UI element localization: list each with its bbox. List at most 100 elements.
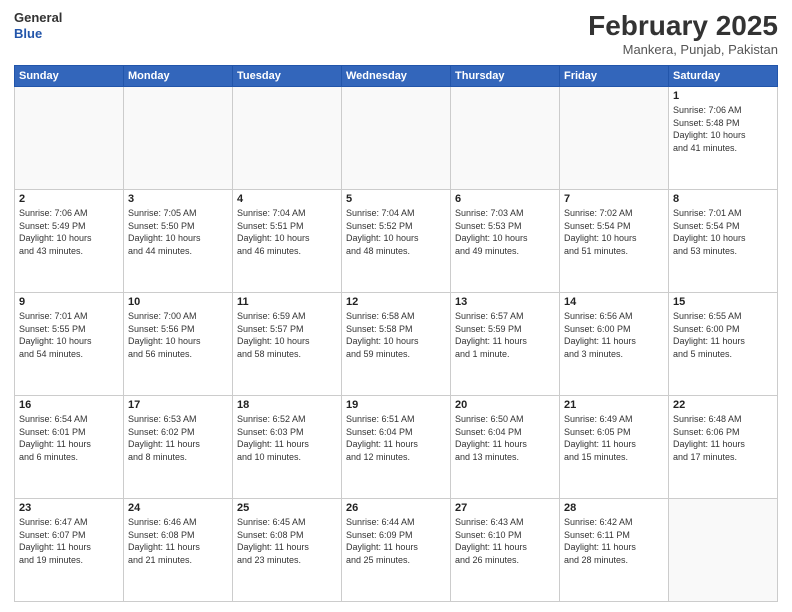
calendar-cell: 3 Sunrise: 7:05 AM Sunset: 5:50 PM Daylig…: [124, 190, 233, 293]
day-number: 14: [564, 296, 664, 308]
calendar-cell: 13 Sunrise: 6:57 AM Sunset: 5:59 PM Dayli…: [451, 293, 560, 396]
day-number: 17: [128, 399, 228, 411]
calendar-cell: 10Sunrise: 7:00 AM Sunset: 5:56 PM Dayli…: [124, 293, 233, 396]
calendar-cell: 9 Sunrise: 7:01 AM Sunset: 5:55 PM Daylig…: [15, 293, 124, 396]
calendar-cell: 22 Sunrise: 6:48 AM Sunset: 6:06 PM Dayli…: [669, 396, 778, 499]
day-info: Sunrise: 6:54 AM Sunset: 6:01 PM Dayligh…: [19, 413, 119, 463]
calendar-week-4: 16 Sunrise: 6:54 AM Sunset: 6:01 PM Dayli…: [15, 396, 778, 499]
calendar-cell: 7 Sunrise: 7:02 AM Sunset: 5:54 PM Daylig…: [560, 190, 669, 293]
calendar-cell: [451, 87, 560, 190]
calendar-cell: 1 Sunrise: 7:06 AM Sunset: 5:48 PM Daylig…: [669, 87, 778, 190]
col-header-wednesday: Wednesday: [342, 66, 451, 87]
calendar-cell: 26 Sunrise: 6:44 AM Sunset: 6:09 PM Dayli…: [342, 499, 451, 602]
day-info: Sunrise: 6:53 AM Sunset: 6:02 PM Dayligh…: [128, 413, 228, 463]
day-number: 9: [19, 296, 119, 308]
day-info: Sunrise: 7:06 AM Sunset: 5:49 PM Dayligh…: [19, 207, 119, 257]
day-number: 18: [237, 399, 337, 411]
day-number: 25: [237, 502, 337, 514]
calendar-cell: 6 Sunrise: 7:03 AM Sunset: 5:53 PM Daylig…: [451, 190, 560, 293]
col-header-tuesday: Tuesday: [233, 66, 342, 87]
calendar-cell: [669, 499, 778, 602]
day-info: Sunrise: 7:02 AM Sunset: 5:54 PM Dayligh…: [564, 207, 664, 257]
day-info: Sunrise: 6:42 AM Sunset: 6:11 PM Dayligh…: [564, 516, 664, 566]
day-number: 12: [346, 296, 446, 308]
logo-blue: Blue: [14, 26, 62, 42]
day-info: Sunrise: 6:44 AM Sunset: 6:09 PM Dayligh…: [346, 516, 446, 566]
month-title: February 2025: [588, 10, 778, 42]
day-number: 15: [673, 296, 773, 308]
calendar-cell: 5Sunrise: 7:04 AM Sunset: 5:52 PM Daylig…: [342, 190, 451, 293]
day-number: 6: [455, 193, 555, 205]
header: General Blue February 2025 Mankera, Punj…: [14, 10, 778, 57]
day-number: 27: [455, 502, 555, 514]
calendar-cell: 8 Sunrise: 7:01 AM Sunset: 5:54 PM Daylig…: [669, 190, 778, 293]
calendar-cell: 27 Sunrise: 6:43 AM Sunset: 6:10 PM Dayli…: [451, 499, 560, 602]
day-info: Sunrise: 7:04 AM Sunset: 5:51 PM Dayligh…: [237, 207, 337, 257]
calendar-week-3: 9 Sunrise: 7:01 AM Sunset: 5:55 PM Daylig…: [15, 293, 778, 396]
day-info: Sunrise: 6:57 AM Sunset: 5:59 PM Dayligh…: [455, 310, 555, 360]
day-info: Sunrise: 6:50 AM Sunset: 6:04 PM Dayligh…: [455, 413, 555, 463]
day-number: 8: [673, 193, 773, 205]
calendar-cell: 14 Sunrise: 6:56 AM Sunset: 6:00 PM Dayli…: [560, 293, 669, 396]
calendar-cell: [560, 87, 669, 190]
day-info: Sunrise: 6:47 AM Sunset: 6:07 PM Dayligh…: [19, 516, 119, 566]
calendar-cell: 12 Sunrise: 6:58 AM Sunset: 5:58 PM Dayli…: [342, 293, 451, 396]
day-number: 19: [346, 399, 446, 411]
day-info: Sunrise: 7:01 AM Sunset: 5:54 PM Dayligh…: [673, 207, 773, 257]
day-number: 1: [673, 90, 773, 102]
calendar-cell: 24 Sunrise: 6:46 AM Sunset: 6:08 PM Dayli…: [124, 499, 233, 602]
calendar-cell: [233, 87, 342, 190]
day-info: Sunrise: 6:58 AM Sunset: 5:58 PM Dayligh…: [346, 310, 446, 360]
page: General Blue February 2025 Mankera, Punj…: [0, 0, 792, 612]
day-info: Sunrise: 6:43 AM Sunset: 6:10 PM Dayligh…: [455, 516, 555, 566]
calendar-cell: 21 Sunrise: 6:49 AM Sunset: 6:05 PM Dayli…: [560, 396, 669, 499]
day-info: Sunrise: 6:46 AM Sunset: 6:08 PM Dayligh…: [128, 516, 228, 566]
day-info: Sunrise: 7:06 AM Sunset: 5:48 PM Dayligh…: [673, 104, 773, 154]
col-header-monday: Monday: [124, 66, 233, 87]
day-info: Sunrise: 7:04 AM Sunset: 5:52 PM Dayligh…: [346, 207, 446, 257]
day-number: 28: [564, 502, 664, 514]
day-info: Sunrise: 7:03 AM Sunset: 5:53 PM Dayligh…: [455, 207, 555, 257]
day-number: 23: [19, 502, 119, 514]
calendar-table: SundayMondayTuesdayWednesdayThursdayFrid…: [14, 65, 778, 602]
calendar-cell: 18Sunrise: 6:52 AM Sunset: 6:03 PM Dayli…: [233, 396, 342, 499]
day-info: Sunrise: 6:48 AM Sunset: 6:06 PM Dayligh…: [673, 413, 773, 463]
day-info: Sunrise: 6:51 AM Sunset: 6:04 PM Dayligh…: [346, 413, 446, 463]
calendar-week-1: 1 Sunrise: 7:06 AM Sunset: 5:48 PM Daylig…: [15, 87, 778, 190]
col-header-friday: Friday: [560, 66, 669, 87]
calendar-cell: 19 Sunrise: 6:51 AM Sunset: 6:04 PM Dayli…: [342, 396, 451, 499]
calendar-header-row: SundayMondayTuesdayWednesdayThursdayFrid…: [15, 66, 778, 87]
day-info: Sunrise: 7:01 AM Sunset: 5:55 PM Dayligh…: [19, 310, 119, 360]
calendar-cell: 15 Sunrise: 6:55 AM Sunset: 6:00 PM Dayli…: [669, 293, 778, 396]
day-info: Sunrise: 6:45 AM Sunset: 6:08 PM Dayligh…: [237, 516, 337, 566]
calendar-cell: 23 Sunrise: 6:47 AM Sunset: 6:07 PM Dayli…: [15, 499, 124, 602]
calendar-cell: 4Sunrise: 7:04 AM Sunset: 5:51 PM Daylig…: [233, 190, 342, 293]
day-number: 26: [346, 502, 446, 514]
day-info: Sunrise: 6:55 AM Sunset: 6:00 PM Dayligh…: [673, 310, 773, 360]
day-number: 16: [19, 399, 119, 411]
day-number: 24: [128, 502, 228, 514]
calendar-week-2: 2 Sunrise: 7:06 AM Sunset: 5:49 PM Daylig…: [15, 190, 778, 293]
day-info: Sunrise: 6:56 AM Sunset: 6:00 PM Dayligh…: [564, 310, 664, 360]
calendar-cell: 16 Sunrise: 6:54 AM Sunset: 6:01 PM Dayli…: [15, 396, 124, 499]
day-number: 13: [455, 296, 555, 308]
day-number: 22: [673, 399, 773, 411]
calendar-week-5: 23 Sunrise: 6:47 AM Sunset: 6:07 PM Dayli…: [15, 499, 778, 602]
col-header-thursday: Thursday: [451, 66, 560, 87]
logo: General Blue: [14, 10, 62, 41]
day-number: 2: [19, 193, 119, 205]
calendar-cell: 28 Sunrise: 6:42 AM Sunset: 6:11 PM Dayli…: [560, 499, 669, 602]
day-info: Sunrise: 6:49 AM Sunset: 6:05 PM Dayligh…: [564, 413, 664, 463]
calendar-cell: 17 Sunrise: 6:53 AM Sunset: 6:02 PM Dayli…: [124, 396, 233, 499]
calendar-cell: [124, 87, 233, 190]
calendar-cell: 20Sunrise: 6:50 AM Sunset: 6:04 PM Dayli…: [451, 396, 560, 499]
day-number: 3: [128, 193, 228, 205]
day-info: Sunrise: 6:59 AM Sunset: 5:57 PM Dayligh…: [237, 310, 337, 360]
calendar-cell: 25 Sunrise: 6:45 AM Sunset: 6:08 PM Dayli…: [233, 499, 342, 602]
day-number: 10: [128, 296, 228, 308]
title-block: February 2025 Mankera, Punjab, Pakistan: [588, 10, 778, 57]
day-number: 7: [564, 193, 664, 205]
location: Mankera, Punjab, Pakistan: [588, 42, 778, 57]
day-info: Sunrise: 7:05 AM Sunset: 5:50 PM Dayligh…: [128, 207, 228, 257]
day-number: 21: [564, 399, 664, 411]
